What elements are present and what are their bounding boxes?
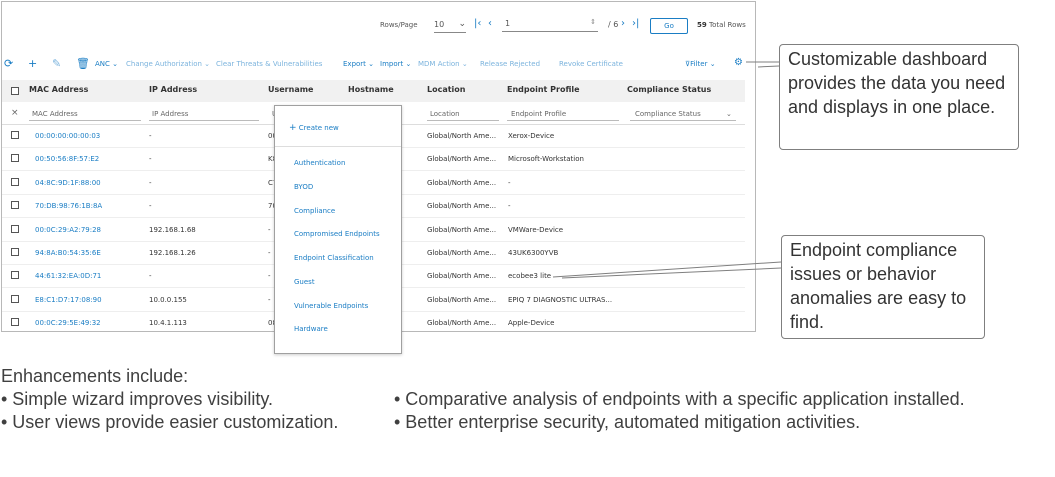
note-right-2: • Better enterprise security, automated … <box>394 412 861 432</box>
callout-compliance: Endpoint compliance issues or behavior a… <box>781 235 985 339</box>
notes-heading: Enhancements include: <box>1 366 189 386</box>
dashboard-leader-line-2 <box>757 65 780 68</box>
note-right-1: • Comparative analysis of endpoints with… <box>394 389 965 409</box>
note-left-2: • User views provide easier customizatio… <box>1 412 339 432</box>
note-left-1: • Simple wizard improves visibility. <box>1 389 274 409</box>
callout-dashboard: Customizable dashboard provides the data… <box>779 44 1019 150</box>
